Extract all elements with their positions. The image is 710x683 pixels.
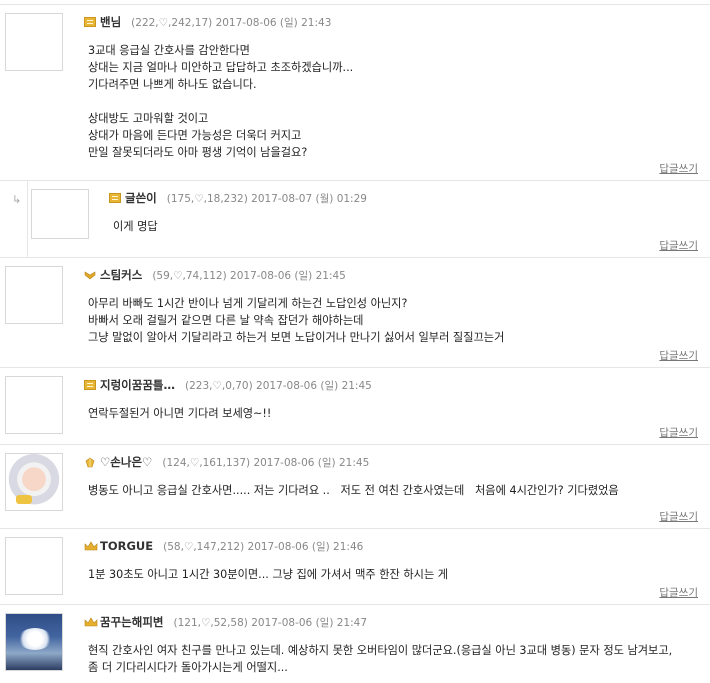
comment-item: 꿈꾸는해피변 (121,♡,52,58) 2017-08-06 (일) 21:4… (0, 604, 710, 683)
comment-text: 3교대 응급실 간호사를 감안한다면 상대는 지금 얼마나 미안하고 답답하고 … (88, 44, 354, 159)
comment-meta: (223,♡,0,70) 2017-08-06 (일) 21:45 (184, 379, 372, 392)
gold-gem-icon (84, 457, 96, 468)
comment-text: 연락두절된거 아니면 기다려 보세영~!! (88, 407, 272, 420)
comment-meta: (175,♡,18,232) 2017-08-07 (월) 01:29 (166, 192, 367, 205)
comment-text: 이게 명답 (113, 220, 158, 233)
reply-link[interactable]: 답글쓰기 (659, 238, 698, 253)
reply-link[interactable]: 답글쓰기 (659, 161, 698, 176)
comment-meta: (58,♡,147,212) 2017-08-06 (일) 21:46 (163, 540, 364, 553)
gold-bar-icon (84, 380, 96, 390)
comment-item: ♡손나은♡ (124,♡,161,137) 2017-08-06 (일) 21:… (0, 444, 710, 528)
gold-crown-icon (84, 617, 98, 627)
comment-item: 스팀커스 (59,♡,74,112) 2017-08-06 (일) 21:45 … (0, 257, 710, 367)
avatar[interactable] (5, 537, 63, 595)
gold-chevron-icon (84, 270, 96, 280)
comment-header: TORGUE (58,♡,147,212) 2017-08-06 (일) 21:… (84, 538, 363, 554)
comment-text: 아무리 바빠도 1시간 반이나 넘게 기달리게 하는건 노답인성 아닌지? 바빠… (88, 297, 505, 344)
reply-comment-item: ↳ 글쓴이 (175,♡,18,232) 2017-08-07 (월) 01:2… (0, 180, 710, 257)
reply-link[interactable]: 답글쓰기 (659, 425, 698, 440)
comment-item: 밴님 (222,♡,242,17) 2017-08-06 (일) 21:43 3… (0, 4, 710, 180)
comment-meta: (59,♡,74,112) 2017-08-06 (일) 21:45 (152, 269, 346, 282)
comment-text: 현직 간호사인 여자 친구를 만나고 있는데. 예상하지 못한 오버타임이 많더… (88, 644, 673, 674)
comment-text: 1분 30초도 아니고 1시간 30분이면... 그냥 집에 가셔서 맥주 한잔… (88, 568, 449, 581)
nickname[interactable]: TORGUE (100, 539, 153, 553)
comment-item: 지렁이꿈꿈틀… (223,♡,0,70) 2017-08-06 (일) 21:4… (0, 367, 710, 444)
nickname[interactable]: 밴님 (100, 14, 121, 30)
comment-meta: (222,♡,242,17) 2017-08-06 (일) 21:43 (131, 16, 332, 29)
reply-arrow-icon: ↳ (12, 193, 22, 206)
gold-crown-icon (84, 541, 98, 551)
gold-bar-icon (109, 193, 121, 203)
comment-header: ♡손나은♡ (124,♡,161,137) 2017-08-06 (일) 21:… (84, 454, 369, 470)
reply-link[interactable]: 답글쓰기 (659, 348, 698, 363)
avatar[interactable] (5, 13, 63, 71)
nickname[interactable]: 스팀커스 (100, 267, 142, 283)
comment-header: 글쓴이 (175,♡,18,232) 2017-08-07 (월) 01:29 (109, 190, 367, 206)
comment-text: 병동도 아니고 응급실 간호사면..... 저는 기다려요 .. 저도 전 여친… (88, 484, 619, 497)
nickname[interactable]: 꿈꾸는해피변 (100, 614, 163, 630)
comment-header: 꿈꾸는해피변 (121,♡,52,58) 2017-08-06 (일) 21:4… (84, 614, 367, 630)
profile-photo (6, 614, 62, 670)
comment-list: 밴님 (222,♡,242,17) 2017-08-06 (일) 21:43 3… (0, 0, 710, 683)
profile-photo (6, 454, 62, 510)
gold-bar-icon (84, 17, 96, 27)
reply-link[interactable]: 답글쓰기 (659, 585, 698, 600)
comment-item: TORGUE (58,♡,147,212) 2017-08-06 (일) 21:… (0, 528, 710, 604)
avatar[interactable] (5, 613, 63, 671)
nickname[interactable]: ♡손나은♡ (100, 454, 152, 470)
comment-header: 스팀커스 (59,♡,74,112) 2017-08-06 (일) 21:45 (84, 267, 346, 283)
comment-meta: (121,♡,52,58) 2017-08-06 (일) 21:47 (173, 616, 368, 629)
comment-header: 지렁이꿈꿈틀… (223,♡,0,70) 2017-08-06 (일) 21:4… (84, 377, 372, 393)
comment-meta: (124,♡,161,137) 2017-08-06 (일) 21:45 (162, 456, 370, 469)
avatar[interactable] (5, 266, 63, 324)
comment-header: 밴님 (222,♡,242,17) 2017-08-06 (일) 21:43 (84, 14, 331, 30)
reply-link[interactable]: 답글쓰기 (659, 509, 698, 524)
avatar[interactable] (5, 376, 63, 434)
avatar[interactable] (31, 189, 89, 239)
avatar[interactable] (5, 453, 63, 511)
nickname[interactable]: 글쓴이 (125, 190, 157, 206)
nickname[interactable]: 지렁이꿈꿈틀… (100, 377, 175, 393)
